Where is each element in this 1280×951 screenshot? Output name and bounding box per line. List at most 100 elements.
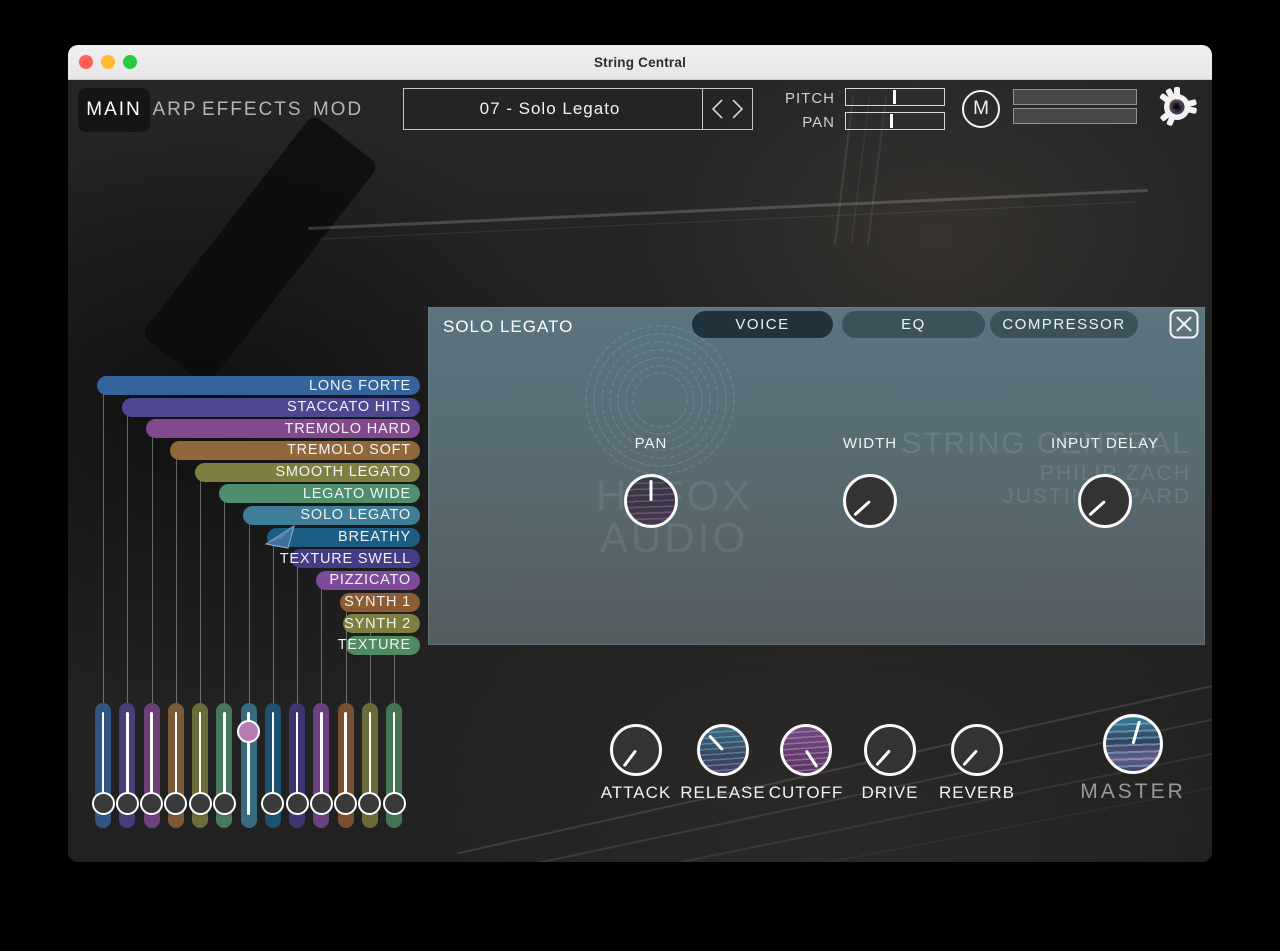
knob-pointer bbox=[1088, 500, 1106, 516]
panel-close-button[interactable] bbox=[1169, 309, 1199, 339]
lightfox-logo-watermark bbox=[580, 320, 740, 480]
mixer-fader-line bbox=[272, 712, 275, 803]
panel-tab-eq[interactable]: EQ bbox=[842, 311, 985, 338]
mixer-fader-knob[interactable] bbox=[286, 792, 309, 815]
knob-label-reverb: REVERB bbox=[912, 783, 1042, 803]
articulation-bar-texture[interactable]: TEXTURE bbox=[346, 636, 420, 655]
articulation-bar-tremolo-hard[interactable]: TREMOLO HARD bbox=[146, 419, 420, 438]
knob-attack[interactable] bbox=[610, 724, 662, 776]
preset-prev-icon[interactable] bbox=[713, 100, 722, 118]
settings-gear-icon[interactable] bbox=[1155, 85, 1199, 129]
macos-titlebar: String Central bbox=[68, 45, 1212, 80]
articulation-bar-long-forte[interactable]: LONG FORTE bbox=[97, 376, 420, 395]
panel-title: SOLO LEGATO bbox=[443, 313, 573, 340]
panel-knob-width[interactable] bbox=[843, 474, 897, 528]
tab-arp[interactable]: ARP bbox=[148, 88, 202, 132]
knob-pointer bbox=[875, 749, 891, 766]
panel-tab-voice[interactable]: VOICE bbox=[692, 311, 833, 338]
knob-pointer bbox=[623, 749, 638, 767]
mixer-fader-knob[interactable] bbox=[261, 792, 284, 815]
mixer-fader-line bbox=[344, 712, 347, 803]
articulation-bar-solo-legato[interactable]: SOLO LEGATO bbox=[243, 506, 420, 525]
pan-slider-handle[interactable] bbox=[890, 114, 893, 128]
articulation-bar-staccato-hits[interactable]: STACCATO HITS bbox=[122, 398, 420, 417]
articulation-guide-line bbox=[249, 524, 250, 703]
panel-knob-pan[interactable] bbox=[624, 474, 678, 528]
pitch-slider-handle[interactable] bbox=[893, 90, 896, 104]
mixer-fader-knob[interactable] bbox=[189, 792, 212, 815]
mixer-fader-knob[interactable] bbox=[237, 720, 260, 743]
mixer-fader-line bbox=[150, 712, 153, 803]
preset-arrows bbox=[702, 88, 753, 130]
articulation-guide-line bbox=[394, 654, 395, 703]
preset-next-icon[interactable] bbox=[733, 100, 742, 118]
mixer-fader-knob[interactable] bbox=[92, 792, 115, 815]
preset-selector[interactable]: 07 - Solo Legato bbox=[403, 88, 753, 130]
articulation-bar-synth-1[interactable]: SYNTH 1 bbox=[340, 593, 420, 612]
background-string bbox=[476, 749, 1212, 862]
knob-release[interactable] bbox=[697, 724, 749, 776]
mixer-fader-knob[interactable] bbox=[116, 792, 139, 815]
mixer-fader-line bbox=[102, 712, 105, 803]
articulation-bar-synth-2[interactable]: SYNTH 2 bbox=[343, 614, 420, 633]
articulation-guide-line bbox=[152, 437, 153, 703]
mixer-fader-line bbox=[175, 712, 178, 803]
articulation-bar-pizzicato[interactable]: PIZZICATO bbox=[316, 571, 420, 590]
panel-tab-compressor[interactable]: COMPRESSOR bbox=[990, 311, 1138, 338]
mixer-fader-line bbox=[126, 712, 129, 803]
pan-slider[interactable] bbox=[845, 112, 945, 130]
tab-mod[interactable]: MOD bbox=[306, 88, 370, 132]
mixer-fader-knob[interactable] bbox=[334, 792, 357, 815]
mixer-fader-line bbox=[296, 712, 299, 803]
tab-main[interactable]: MAIN bbox=[78, 88, 150, 132]
knob-label-master: MASTER bbox=[1068, 780, 1198, 804]
mixer-fader-line bbox=[320, 712, 323, 803]
mixer-fader-knob[interactable] bbox=[213, 792, 236, 815]
knob-pointer bbox=[853, 500, 871, 516]
mixer-fader-knob[interactable] bbox=[383, 792, 406, 815]
knob-pointer bbox=[962, 749, 978, 766]
mixer-fader-line bbox=[369, 712, 372, 803]
mixer-fader-line bbox=[199, 712, 202, 803]
cursor-arrow-icon bbox=[264, 524, 304, 550]
level-meter-left bbox=[1013, 89, 1137, 105]
mixer-fader-knob[interactable] bbox=[164, 792, 187, 815]
knob-pointer bbox=[1132, 721, 1141, 745]
window-title: String Central bbox=[68, 45, 1212, 80]
knob-reverb[interactable] bbox=[951, 724, 1003, 776]
mixer-fader-knob[interactable] bbox=[140, 792, 163, 815]
knob-cutoff[interactable] bbox=[780, 724, 832, 776]
pan-label: PAN bbox=[765, 114, 835, 131]
articulation-bar-smooth-legato[interactable]: SMOOTH LEGATO bbox=[195, 463, 420, 482]
background-string bbox=[457, 684, 1212, 855]
level-meter-right bbox=[1013, 108, 1137, 124]
articulation-guide-line bbox=[297, 567, 298, 703]
articulation-edit-panel: HTFOX AUDIO STRING CENTRAL PHILIP ZACH J… bbox=[428, 307, 1205, 645]
mixer-fader-knob[interactable] bbox=[358, 792, 381, 815]
tab-effects[interactable]: EFFECTS bbox=[202, 88, 298, 132]
articulation-guide-line bbox=[224, 502, 225, 703]
preset-name[interactable]: 07 - Solo Legato bbox=[404, 89, 696, 129]
panel-knob-input-delay[interactable] bbox=[1078, 474, 1132, 528]
pitch-slider[interactable] bbox=[845, 88, 945, 106]
articulation-guide-line bbox=[127, 416, 128, 703]
knob-drive[interactable] bbox=[864, 724, 916, 776]
articulation-guide-line bbox=[273, 546, 274, 703]
articulation-bar-legato-wide[interactable]: LEGATO WIDE bbox=[219, 484, 420, 503]
plugin-window: String Central MAINARPEFFECTSMOD 07 - So… bbox=[68, 45, 1212, 862]
knob-pointer bbox=[650, 480, 653, 501]
articulation-bar-tremolo-soft[interactable]: TREMOLO SOFT bbox=[170, 441, 420, 460]
knob-master[interactable] bbox=[1103, 714, 1163, 774]
knob-pointer bbox=[805, 749, 819, 768]
mixer-fader-line bbox=[223, 712, 226, 803]
panel-knob-label: INPUT DELAY bbox=[1020, 435, 1190, 452]
knob-pointer bbox=[708, 734, 724, 751]
mixer-fader-knob[interactable] bbox=[310, 792, 333, 815]
articulation-bar-texture-swell[interactable]: TEXTURE SWELL bbox=[291, 549, 420, 568]
panel-knob-label: WIDTH bbox=[785, 435, 955, 452]
articulation-guide-line bbox=[200, 481, 201, 703]
background-violin-fingerboard bbox=[141, 114, 380, 386]
background-bow-stick bbox=[308, 189, 1147, 230]
plugin-content: MAINARPEFFECTSMOD 07 - Solo Legato PITCH… bbox=[68, 80, 1212, 862]
mono-button[interactable]: M bbox=[962, 90, 1000, 128]
